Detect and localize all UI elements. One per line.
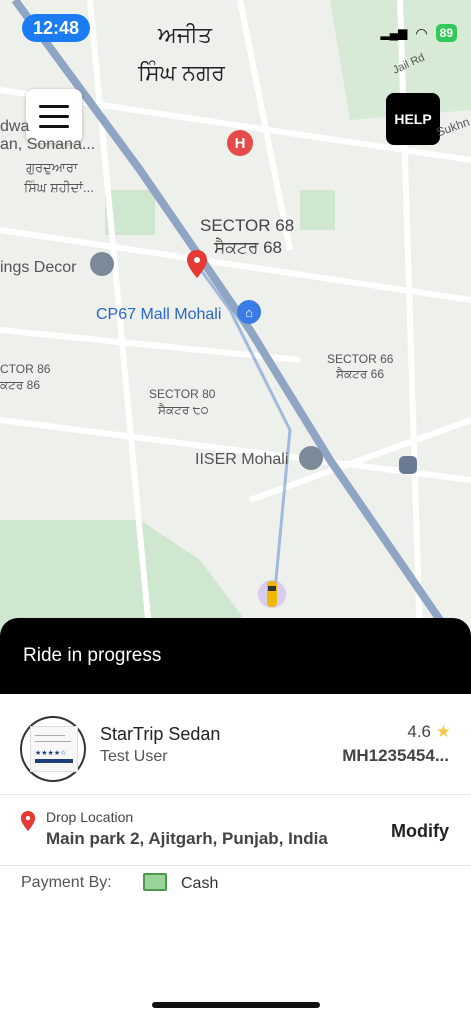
driver-rating: 4.6 ★ xyxy=(407,722,451,742)
car-marker-icon xyxy=(258,576,286,612)
map-label-sector68-pa: ਸੈਕਟਰ 68 xyxy=(214,238,282,257)
train-icon[interactable] xyxy=(399,456,417,474)
car-name: StarTrip Sedan xyxy=(100,724,221,744)
driver-avatar: ★★★★☆ xyxy=(20,716,86,782)
map-label-gurudwara: dwa an, Sonana... xyxy=(0,118,96,153)
signal-icon: ▂▄▆ xyxy=(380,26,408,40)
payment-method: Cash xyxy=(181,875,219,892)
map-label-city: ਅਜੀਤ xyxy=(158,22,212,47)
vehicle-plate: MH1235454... xyxy=(342,746,449,765)
home-indicator[interactable] xyxy=(152,1002,320,1008)
shopping-icon[interactable]: ⌂ xyxy=(237,300,261,324)
status-icons: ▂▄▆ ◠ 89 xyxy=(380,24,457,42)
help-button[interactable]: HELP xyxy=(386,93,440,145)
map-label-sector68: SECTOR 68 xyxy=(200,216,295,235)
card-line xyxy=(35,735,65,736)
status-bar: 12:48 ▂▄▆ ◠ 89 xyxy=(0,0,471,56)
ride-sheet: Ride in progress ★★★★☆ StarTrip Sedan Te… xyxy=(0,618,471,1019)
map-view[interactable]: 12:48 ▂▄▆ ◠ 89 ਅਜੀਤ ਸਿੰਘ ਨਗਰ HELP dwa an,… xyxy=(0,0,471,640)
drop-location-title: Drop Location xyxy=(46,809,134,825)
decor-place-icon[interactable] xyxy=(90,252,114,276)
payment-label: Payment By: xyxy=(21,874,112,891)
star-icon: ★ xyxy=(435,722,451,741)
modify-button[interactable]: Modify xyxy=(391,821,449,842)
card-stars-icon: ★★★★☆ xyxy=(35,750,67,757)
map-label-sector80: SECTOR 80 xyxy=(149,387,216,401)
driver-info-row[interactable]: ★★★★☆ StarTrip Sedan Test User 4.6 ★ MH1… xyxy=(0,694,471,795)
wifi-icon: ◠ xyxy=(415,24,428,41)
map-label-decor: ings Decor xyxy=(0,259,77,276)
drop-location-row: Drop Location Main park 2, Ajitgarh, Pun… xyxy=(0,795,471,866)
vehicle-card-thumbnail: ★★★★☆ xyxy=(30,726,78,772)
map-label-sector86: CTOR 86 xyxy=(0,362,51,376)
map-label-city-2: ਸਿੰਘ ਨਗਰ xyxy=(138,60,225,85)
map-label-iiser: IISER Mohali xyxy=(195,451,289,468)
driver-name: Test User xyxy=(100,748,168,765)
drop-location-address: Main park 2, Ajitgarh, Punjab, India xyxy=(46,829,328,848)
map-label-sector66: SECTOR 66 xyxy=(327,352,394,366)
hospital-icon[interactable]: H xyxy=(227,130,253,156)
hamburger-icon xyxy=(39,104,69,108)
card-line xyxy=(35,741,71,742)
map-label-sector66-pa: ਸੈਕਟਰ 66 xyxy=(336,367,384,381)
map-label-gurudwara-pa-2: ਸਿੰਘ ਸ਼ਹੀਦਾਂ... xyxy=(24,180,94,195)
education-icon[interactable] xyxy=(299,446,323,470)
map-label-gurudwara-pa-1: ਗੁਰਦੁਆਰਾ xyxy=(26,160,78,175)
status-time: 12:48 xyxy=(22,14,90,42)
card-bar xyxy=(35,759,73,763)
cash-icon xyxy=(143,873,167,891)
rating-value: 4.6 xyxy=(407,722,432,741)
map-label-sector80-pa: ਸੈਕਟਰ ੮੦ xyxy=(158,403,209,417)
payment-row: Payment By: Cash xyxy=(0,866,471,902)
battery-indicator: 89 xyxy=(435,24,457,42)
ride-status-header: Ride in progress xyxy=(0,618,471,694)
map-label-cp67: CP67 Mall Mohali xyxy=(96,306,222,323)
drop-pin-icon xyxy=(20,811,36,836)
map-label-sector86-pa: ਕਟਰ 86 xyxy=(0,378,40,392)
